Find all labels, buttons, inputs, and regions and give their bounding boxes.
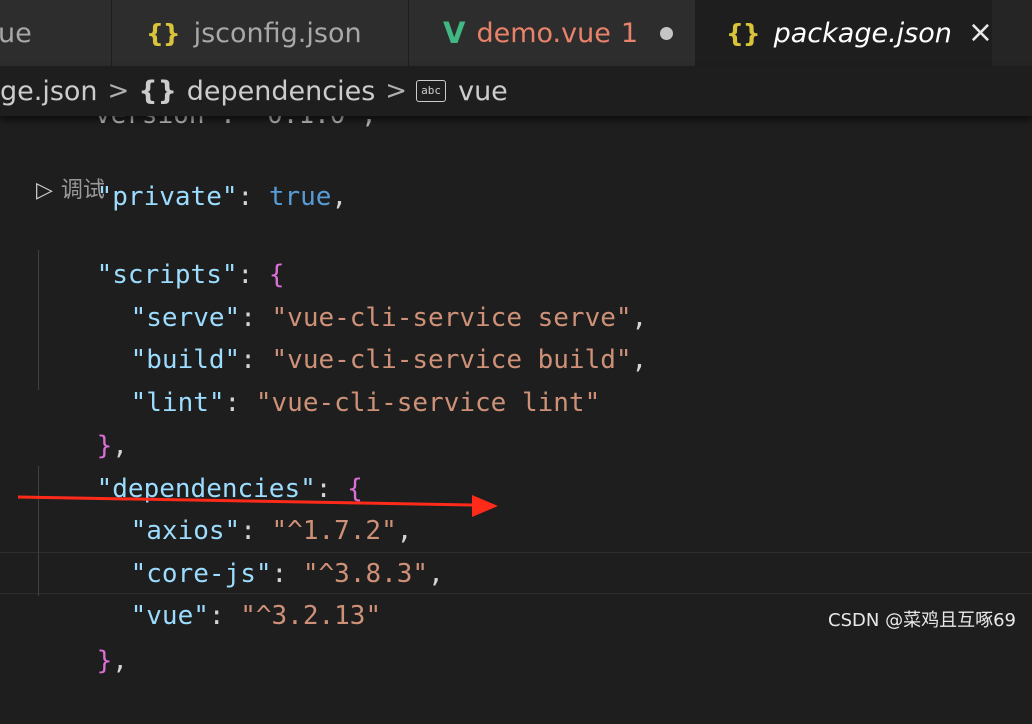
watermark: CSDN @菜鸡且互啄69 (828, 610, 1016, 631)
code-editor[interactable]: "version": "0.1.0", "private": true, ▷ 调… (0, 100, 1032, 676)
vue-logo-icon: V (443, 16, 465, 50)
json-braces-icon: {} (726, 18, 761, 48)
object-braces-icon: {} (138, 75, 177, 107)
debug-codelens[interactable]: ▷ 调试 (36, 174, 105, 208)
breadcrumb: ge.json > {} dependencies > abc vue (0, 66, 1032, 116)
debug-codelens-label: 调试 (60, 178, 105, 203)
close-icon[interactable]: × (968, 18, 991, 48)
breadcrumb-vue[interactable]: vue (458, 76, 508, 107)
tab-package-json[interactable]: {} package.json × (696, 0, 992, 66)
code-line-lint: "lint": "vue-cli-service lint" (130, 388, 601, 418)
json-braces-icon: {} (146, 18, 181, 48)
tab-label: demo.vue (476, 17, 611, 49)
string-symbol-icon: abc (416, 80, 447, 102)
tab-label: jsconfig.json (193, 17, 362, 49)
breadcrumb-dependencies[interactable]: dependencies (187, 76, 376, 107)
code-line-axios: "axios": "^1.7.2", (130, 516, 413, 546)
problem-count-badge: 1 (620, 17, 639, 49)
chevron-right-icon: > (385, 76, 408, 106)
code-line-core-js: "core-js": "^3.8.3", (130, 559, 444, 589)
tab-app-vue[interactable]: ue (0, 0, 112, 66)
code-line-scripts-close: }, (96, 431, 128, 461)
code-line-vue: "vue": "^3.2.13" (130, 601, 382, 631)
tab-demo-vue[interactable]: V demo.vue 1 (409, 0, 696, 66)
play-icon: ▷ (36, 178, 53, 203)
tab-label: ue (0, 17, 32, 49)
unsaved-dot-icon[interactable] (660, 26, 674, 40)
breadcrumb-file[interactable]: ge.json (0, 76, 98, 107)
code-line-private: "private": true, (96, 182, 348, 212)
code-line-dependencies: "dependencies": { (96, 474, 363, 504)
code-line-scripts: "scripts": { (96, 260, 285, 290)
tab-jsconfig-json[interactable]: {} jsconfig.json (112, 0, 409, 66)
code-line-serve: "serve": "vue-cli-service serve", (130, 303, 648, 333)
tab-label: package.json (773, 17, 952, 49)
code-line-build: "build": "vue-cli-service build", (130, 345, 648, 375)
chevron-right-icon: > (107, 76, 130, 106)
editor-tab-bar: ue {} jsconfig.json V demo.vue 1 {} pack… (0, 0, 1032, 66)
